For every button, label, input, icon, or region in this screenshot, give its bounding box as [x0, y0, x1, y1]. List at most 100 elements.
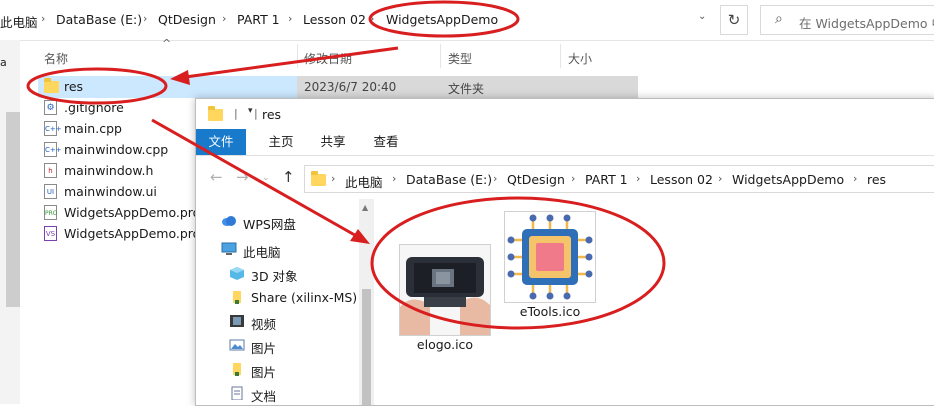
cpp-file-icon: C++ — [44, 142, 62, 157]
breadcrumb-res[interactable]: res — [867, 172, 886, 187]
pro-file-icon: PRO — [44, 205, 58, 220]
breadcrumb-database[interactable]: DataBase (E:) — [56, 12, 142, 27]
chevron-right-icon: › — [288, 12, 293, 25]
breadcrumb-qtdesign[interactable]: QtDesign — [507, 172, 565, 187]
video-icon — [230, 315, 244, 327]
refresh-button[interactable]: ↻ — [720, 5, 748, 35]
forward-arrow-icon[interactable]: → — [236, 168, 249, 186]
back-arrow-icon[interactable]: ← — [210, 168, 223, 186]
file-name: mainwindow.ui — [64, 184, 157, 199]
search-input[interactable]: ⌕ 在 WidgetsAppDemo 中 — [760, 5, 934, 35]
annotation-arrow — [177, 46, 399, 80]
breadcrumb-this-pc[interactable]: 此电脑 — [0, 12, 38, 31]
chevron-right-icon: › — [370, 12, 375, 25]
sort-up-icon: ^ — [162, 37, 172, 50]
left-pane-scrollbar[interactable] — [0, 40, 20, 404]
chevron-right-icon: › — [222, 12, 227, 25]
breadcrumb-part1[interactable]: PART 1 — [585, 172, 628, 187]
navigation-pane: WPS网盘 此电脑 3D 对象 Share (xilinx-MS) 视频 图片 … — [196, 199, 374, 405]
quick-access-dropdown-icon[interactable]: ▾ — [248, 106, 253, 116]
nav-label: 3D 对象 — [251, 269, 298, 284]
chevron-right-icon: › — [493, 172, 498, 185]
header-file-icon: h — [44, 163, 57, 178]
left-pane-label: a — [0, 56, 7, 69]
breadcrumb-database[interactable]: DataBase (E:) — [406, 172, 492, 187]
chevron-right-icon: › — [41, 12, 46, 25]
file-name: mainwindow.h — [64, 163, 154, 178]
nav-label: 视频 — [251, 317, 277, 332]
folder-icon — [233, 291, 241, 304]
chevron-right-icon: › — [636, 172, 641, 185]
breadcrumb-widgetsappdemo[interactable]: WidgetsAppDemo — [732, 172, 844, 187]
folder-icon — [44, 78, 59, 93]
file-name: elogo.ico — [416, 337, 474, 352]
nav-label: WPS网盘 — [243, 217, 296, 232]
file-row-res[interactable]: res — [44, 76, 294, 97]
chevron-right-icon: › — [571, 172, 576, 185]
breadcrumb-part1[interactable]: PART 1 — [237, 12, 280, 27]
document-icon — [231, 386, 243, 400]
window-title: res — [262, 107, 282, 122]
nav-label: 文档 — [251, 389, 277, 404]
nav-label: 此电脑 — [243, 245, 281, 260]
file-name: eTools.ico — [519, 304, 581, 319]
divider: | — [254, 107, 258, 120]
file-tile-etools[interactable]: eTools.ico — [504, 211, 596, 323]
address-bar[interactable]: › 此电脑 › DataBase (E:) › QtDesign › PART … — [304, 165, 934, 193]
column-divider[interactable] — [440, 44, 441, 68]
file-name: res — [64, 79, 84, 94]
file-name: main.cpp — [64, 121, 122, 136]
chevron-right-icon: › — [392, 172, 397, 185]
nav-label: 图片 — [251, 365, 277, 380]
file-modified: 2023/6/7 20:40 — [304, 80, 397, 94]
breadcrumb-lesson02[interactable]: Lesson 02 — [303, 12, 366, 27]
tab-file[interactable]: 文件 — [196, 129, 246, 155]
ribbon-tabs[interactable]: 文件 主页 共享 查看 — [196, 129, 934, 156]
file-view: elogo.ico eTools.ico — [374, 199, 934, 405]
breadcrumb-this-pc[interactable]: 此电脑 — [345, 172, 383, 191]
up-arrow-icon[interactable]: ↑ — [282, 168, 295, 186]
scroll-up-icon[interactable]: ▲ — [362, 203, 368, 212]
chevron-right-icon: › — [718, 172, 723, 185]
title-bar[interactable]: | ▾ | res — [196, 99, 934, 129]
chevron-down-icon[interactable]: ⌄ — [698, 11, 706, 22]
computer-icon — [221, 242, 237, 255]
folder-icon — [233, 363, 241, 376]
tab-view[interactable]: 查看 — [361, 129, 411, 155]
recent-dropdown-icon[interactable]: ⌄ — [262, 173, 270, 183]
breadcrumb-qtdesign[interactable]: QtDesign — [158, 12, 216, 27]
navigation-pane-scrollbar[interactable]: ▲ — [359, 199, 374, 405]
chevron-right-icon: › — [853, 172, 858, 185]
picture-icon — [229, 339, 245, 351]
file-name: WidgetsAppDemo.pro — [64, 226, 201, 241]
cpp-file-icon: C++ — [44, 121, 62, 136]
cloud-icon — [222, 216, 236, 226]
chevron-right-icon: › — [143, 12, 148, 25]
file-tile-elogo[interactable]: elogo.ico — [399, 244, 491, 356]
divider: | — [234, 107, 238, 120]
folder-icon — [311, 171, 326, 186]
file-type: 文件夹 — [448, 82, 485, 96]
tab-share[interactable]: 共享 — [308, 129, 358, 155]
column-header-size[interactable]: 大小 — [568, 50, 592, 67]
column-divider[interactable] — [560, 44, 561, 68]
column-header-name[interactable]: 名称 — [44, 50, 68, 67]
breadcrumb-lesson02[interactable]: Lesson 02 — [650, 172, 713, 187]
scrollbar-thumb[interactable] — [362, 289, 371, 405]
column-divider[interactable] — [297, 44, 298, 68]
column-header-modified[interactable]: 修改日期 — [304, 50, 352, 67]
search-icon: ⌕ — [775, 11, 783, 27]
nav-label: 图片 — [251, 341, 277, 356]
breadcrumb-widgetsappdemo[interactable]: WidgetsAppDemo — [386, 12, 498, 27]
explorer-window[interactable]: | ▾ | res 文件 主页 共享 查看 ← → ⌄ ↑ › 此电脑 › Da… — [195, 98, 934, 406]
folder-icon — [208, 106, 223, 121]
image-thumbnail — [399, 244, 491, 336]
chip-thumbnail — [504, 211, 596, 303]
file-name: mainwindow.cpp — [64, 142, 169, 157]
file-name: WidgetsAppDemo.pro — [64, 205, 201, 220]
tab-home[interactable]: 主页 — [256, 129, 306, 155]
cube-icon — [230, 267, 244, 280]
gear-file-icon: ⚙ — [44, 100, 57, 115]
scrollbar-thumb[interactable] — [6, 112, 20, 307]
column-header-type[interactable]: 类型 — [448, 50, 472, 67]
